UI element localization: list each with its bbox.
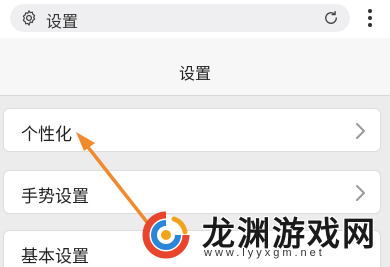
more-vertical-icon[interactable] [362,6,378,30]
reload-icon[interactable] [322,9,340,27]
settings-item-label: 手势设置 [21,187,89,207]
gear-icon [22,10,36,26]
watermark: 龙渊游戏网 www.lyyxgm.net [138,203,390,267]
brand-logo-icon [142,211,190,259]
settings-item-label: 个性化 [21,125,72,145]
browser-toolbar: 设置 [0,0,390,38]
watermark-url: www.lyyxgm.net [204,247,325,259]
settings-item-label: 基本设置 [21,247,89,267]
chevron-right-icon [356,185,365,201]
address-bar[interactable]: 设置 [10,4,350,32]
chevron-right-icon [356,123,365,139]
address-title: 设置 [46,12,79,31]
page-header: 设置 [0,38,390,96]
page-title: 设置 [178,64,211,83]
settings-item-personalization[interactable]: 个性化 [3,108,381,152]
